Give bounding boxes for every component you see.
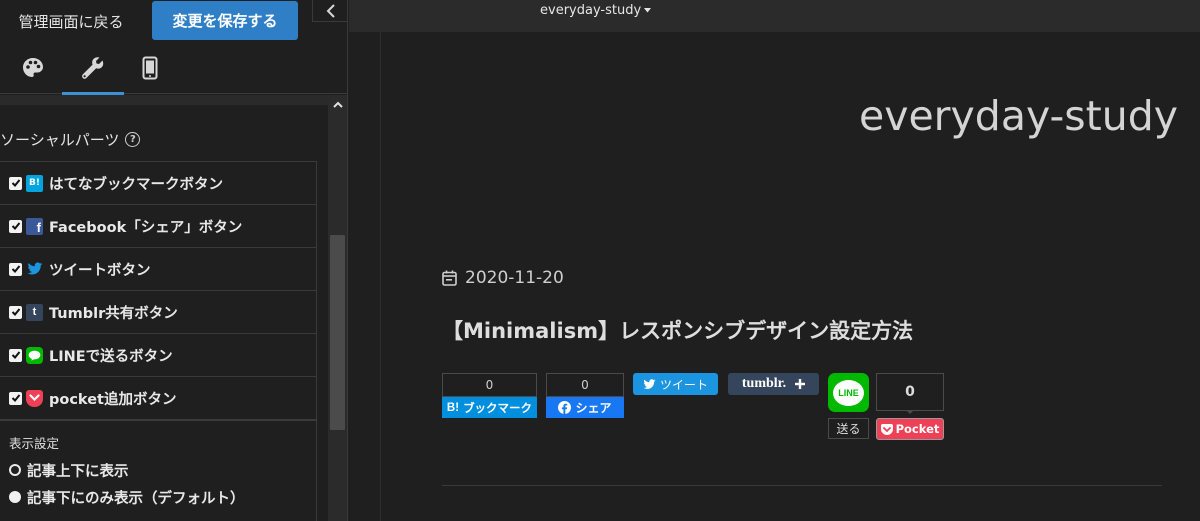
radio-label: 記事下にのみ表示（デフォルト） bbox=[27, 490, 245, 507]
hatena-bookmark-icon: B! bbox=[26, 174, 43, 192]
radio-label: 記事上下に表示 bbox=[27, 463, 129, 480]
hatena-bookmark-icon: B! bbox=[446, 401, 460, 414]
radio-unselected-icon[interactable] bbox=[9, 464, 21, 476]
settings-top-strip bbox=[0, 95, 328, 105]
scroll-up-button[interactable] bbox=[328, 95, 347, 113]
tweet-button[interactable]: ツイート bbox=[633, 373, 718, 395]
customizer-header: 管理画面に戻る 変更を保存する bbox=[0, 0, 347, 42]
help-icon[interactable]: ? bbox=[125, 132, 141, 147]
facebook-icon: f bbox=[26, 217, 43, 235]
facebook-icon bbox=[558, 401, 572, 414]
site-menu-dropdown[interactable]: everyday-study bbox=[540, 3, 652, 18]
facebook-bar: シェア bbox=[546, 397, 624, 418]
calendar-icon bbox=[442, 270, 457, 286]
pocket-bar: Pocket bbox=[876, 418, 944, 440]
tab-design[interactable] bbox=[5, 42, 61, 94]
option-label: pocket追加ボタン bbox=[49, 391, 177, 408]
radio-top-and-bottom[interactable]: 記事上下に表示 bbox=[9, 460, 129, 480]
preview-left-border bbox=[380, 32, 381, 521]
option-hatena-bookmark[interactable]: B! はてなブックマークボタン bbox=[0, 162, 316, 205]
customizer-panel: 管理画面に戻る 変更を保存する ソーシャルパーツ ? B! はてなブックマークボ… bbox=[0, 0, 348, 521]
twitter-icon bbox=[26, 261, 43, 278]
option-facebook-share[interactable]: f Facebook「シェア」ボタン bbox=[0, 205, 316, 248]
checkbox-checked-icon[interactable] bbox=[9, 305, 22, 319]
pocket-icon bbox=[880, 423, 893, 435]
option-label: Tumblr共有ボタン bbox=[49, 305, 178, 322]
hatena-label: ブックマーク bbox=[463, 400, 533, 415]
tab-settings[interactable] bbox=[62, 42, 124, 95]
settings-scrollbar[interactable] bbox=[328, 95, 347, 521]
social-parts-list: B! はてなブックマークボタン f Facebook「シェア」ボタン ツイートボ… bbox=[0, 161, 317, 421]
option-label: LINEで送るボタン bbox=[49, 348, 173, 365]
option-label: Facebook「シェア」ボタン bbox=[49, 219, 243, 236]
back-to-admin-button[interactable]: 管理画面に戻る bbox=[0, 0, 142, 42]
settings-pane: ソーシャルパーツ ? B! はてなブックマークボタン f Facebook「シェ… bbox=[0, 95, 328, 521]
post-title[interactable]: 【Minimalism】レスポンシブデザイン設定方法 bbox=[442, 315, 913, 345]
pocket-icon bbox=[26, 389, 43, 407]
display-settings-title: 表示設定 bbox=[9, 436, 60, 451]
hatena-count: 0 bbox=[442, 373, 537, 397]
display-settings: 表示設定 記事上下に表示 記事下にのみ表示（デフォルト） bbox=[0, 420, 317, 521]
pocket-count-pointer bbox=[906, 410, 914, 414]
customizer-tabs bbox=[0, 42, 347, 95]
option-tumblr[interactable]: t Tumblr共有ボタン bbox=[0, 291, 316, 334]
tumblr-label: tumblr. bbox=[741, 376, 787, 391]
option-label: はてなブックマークボタン bbox=[49, 176, 223, 193]
post-date-text: 2020-11-20 bbox=[465, 268, 564, 288]
radio-selected-icon[interactable] bbox=[9, 491, 21, 503]
smartphone-icon bbox=[142, 56, 158, 80]
caret-down-icon bbox=[644, 8, 652, 13]
wrench-icon bbox=[82, 57, 104, 79]
tweet-label: ツイート bbox=[659, 377, 708, 392]
scroll-thumb[interactable] bbox=[330, 235, 345, 430]
pocket-button[interactable]: 0 Pocket bbox=[876, 373, 944, 444]
chevron-up-icon bbox=[332, 101, 343, 108]
option-pocket[interactable]: pocket追加ボタン bbox=[0, 377, 316, 420]
checkbox-checked-icon[interactable] bbox=[9, 219, 22, 233]
section-title: ソーシャルパーツ ? bbox=[0, 129, 141, 150]
section-title-text: ソーシャルパーツ bbox=[0, 131, 120, 149]
facebook-label: シェア bbox=[575, 401, 612, 415]
line-logo: LINE bbox=[828, 373, 869, 412]
line-icon: LINE bbox=[833, 379, 864, 406]
palette-icon bbox=[23, 58, 43, 77]
save-changes-button[interactable]: 変更を保存する bbox=[152, 1, 298, 40]
radio-bottom-only[interactable]: 記事下にのみ表示（デフォルト） bbox=[9, 487, 245, 507]
checkbox-checked-icon[interactable] bbox=[9, 391, 22, 405]
collapse-panel-button[interactable] bbox=[312, 0, 347, 22]
line-send-button[interactable]: LINE 送る bbox=[828, 373, 869, 441]
post-date: 2020-11-20 bbox=[442, 268, 564, 288]
checkbox-checked-icon[interactable] bbox=[9, 262, 22, 276]
pocket-count: 0 bbox=[876, 373, 944, 411]
site-menu-label: everyday-study bbox=[540, 3, 642, 18]
checkbox-checked-icon[interactable] bbox=[9, 176, 22, 190]
option-label: ツイートボタン bbox=[49, 262, 151, 279]
content-divider bbox=[442, 485, 1162, 486]
facebook-share-button[interactable]: 0 シェア bbox=[546, 373, 624, 418]
option-line[interactable]: LINEで送るボタン bbox=[0, 334, 316, 377]
checkbox-checked-icon[interactable] bbox=[9, 348, 22, 362]
hatena-bar: B! ブックマーク bbox=[442, 397, 537, 418]
twitter-icon bbox=[643, 378, 656, 389]
pocket-label: Pocket bbox=[895, 422, 940, 436]
plus-icon bbox=[795, 379, 806, 389]
line-label: 送る bbox=[828, 418, 869, 439]
tumblr-icon: t bbox=[26, 303, 43, 321]
chevron-left-icon bbox=[326, 3, 335, 18]
preview-topbar: everyday-study bbox=[349, 0, 1200, 32]
hatena-bookmark-button[interactable]: 0 B! ブックマーク bbox=[442, 373, 537, 418]
site-title[interactable]: everyday-study bbox=[859, 92, 1178, 140]
site-preview: everyday-study everyday-study 2020-11-20… bbox=[349, 0, 1200, 521]
tumblr-share-button[interactable]: tumblr. bbox=[728, 373, 819, 395]
option-tweet[interactable]: ツイートボタン bbox=[0, 248, 316, 291]
tab-mobile[interactable] bbox=[122, 42, 178, 94]
line-icon bbox=[26, 346, 43, 364]
facebook-count: 0 bbox=[546, 373, 624, 397]
